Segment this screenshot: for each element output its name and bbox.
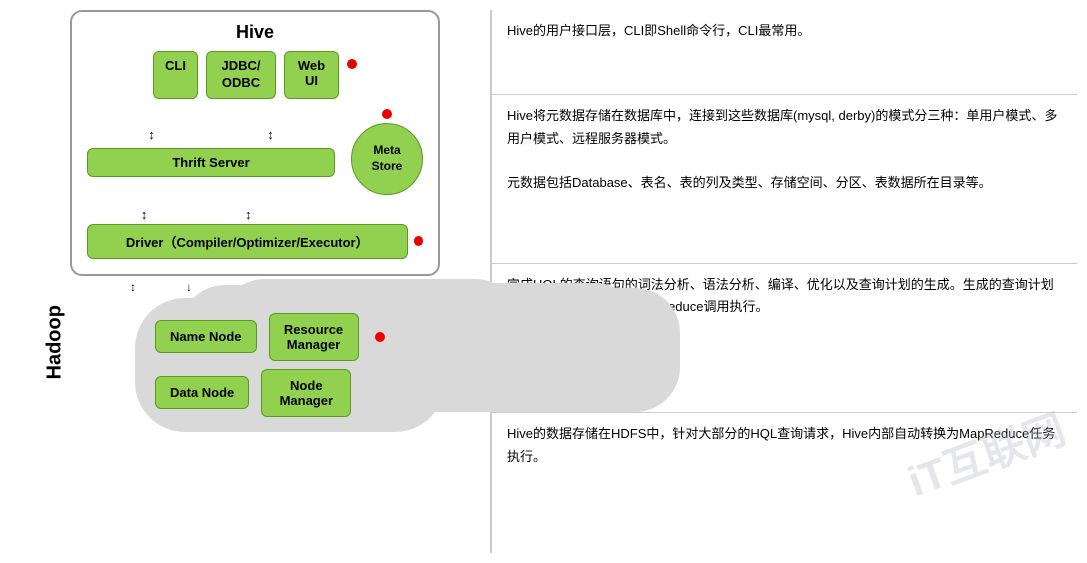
red-dot-driver	[414, 236, 423, 246]
red-dot-meta	[382, 109, 392, 119]
annotation2-line2: 元数据包括Database、表名、表的列及类型、存储空间、分区、表数据所在目录等…	[507, 175, 992, 190]
hadoop-area: Hadoop Name Node ResourceManager Data No…	[40, 298, 490, 432]
red-dot-webui	[347, 59, 357, 69]
hadoop-label: Hadoop	[44, 350, 67, 380]
annotation-block-4: Hive的数据存储在HDFS中，针对大部分的HQL查询请求，Hive内部自动转换…	[492, 413, 1077, 553]
annotation2-line1: Hive将元数据存储在数据库中，连接到这些数据库(mysql, derby)的模…	[507, 108, 1057, 145]
red-dot-hadoop	[375, 332, 385, 342]
node-manager: NodeManager	[261, 369, 351, 417]
hadoop-bottom-row: Data Node NodeManager	[155, 369, 425, 417]
data-node: Data Node	[155, 376, 249, 409]
hive-driver-row: Driver（Compiler/Optimizer/Executor）	[87, 224, 423, 259]
name-node: Name Node	[155, 320, 257, 353]
arrow-down-left: ↕	[130, 280, 136, 294]
arrow-up2: ↕	[267, 127, 274, 142]
annotation-text-1: Hive的用户接口层，CLI即Shell命令行，CLI最常用。	[507, 20, 1062, 42]
cloud-shape: Name Node ResourceManager Data Node Node…	[135, 298, 445, 432]
meta-store: MetaStore	[351, 123, 423, 195]
annotation-block-1: Hive的用户接口层，CLI即Shell命令行，CLI最常用。	[492, 10, 1077, 95]
hive-top-row: CLI JDBC/ODBC WebUI	[87, 51, 423, 99]
hadoop-top-row: Name Node ResourceManager	[155, 313, 425, 361]
hive-title: Hive	[87, 22, 423, 43]
arrow-mid2: ↕	[245, 207, 252, 222]
diagram-area: Hive CLI JDBC/ODBC WebUI ↕ ↕ Thrift Serv…	[10, 10, 490, 553]
arrow-mid1: ↕	[141, 207, 148, 222]
resource-manager: ResourceManager	[269, 313, 359, 361]
annotations-area: Hive的用户接口层，CLI即Shell命令行，CLI最常用。 Hive将元数据…	[490, 10, 1077, 553]
annotation-text-2: Hive将元数据存储在数据库中，连接到这些数据库(mysql, derby)的模…	[507, 105, 1062, 193]
annotation-text-4: Hive的数据存储在HDFS中，针对大部分的HQL查询请求，Hive内部自动转换…	[507, 423, 1062, 467]
jdbc-component: JDBC/ODBC	[206, 51, 276, 99]
main-container: Hive CLI JDBC/ODBC WebUI ↕ ↕ Thrift Serv…	[0, 0, 1087, 563]
arrow-down-right: ↓	[186, 280, 192, 294]
annotation-block-3: 完成HQL的查询语句的词法分析、语法分析、编译、优化以及查询计划的生成。生成的查…	[492, 264, 1077, 414]
arrow-up1: ↕	[148, 127, 155, 142]
annotation-block-2: Hive将元数据存储在数据库中，连接到这些数据库(mysql, derby)的模…	[492, 95, 1077, 263]
annotation-text-3: 完成HQL的查询语句的词法分析、语法分析、编译、优化以及查询计划的生成。生成的查…	[507, 274, 1062, 318]
thrift-server: Thrift Server	[87, 148, 335, 177]
driver-component: Driver（Compiler/Optimizer/Executor）	[87, 224, 408, 259]
hive-mid-row: ↕ ↕ Thrift Server MetaStore	[87, 109, 423, 195]
hive-box: Hive CLI JDBC/ODBC WebUI ↕ ↕ Thrift Serv…	[70, 10, 440, 276]
cli-component: CLI	[153, 51, 198, 99]
webui-component: WebUI	[284, 51, 339, 99]
